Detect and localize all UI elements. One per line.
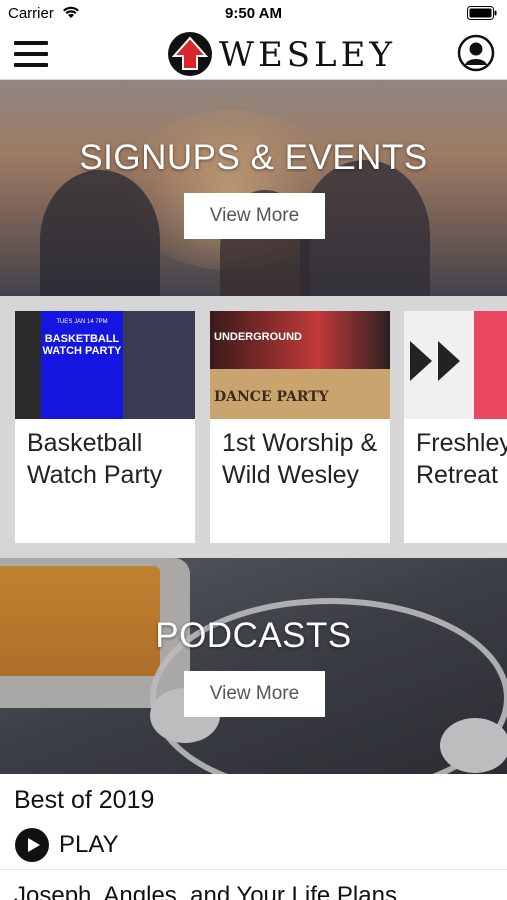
chevron-right-icon (438, 341, 460, 381)
events-view-more-button[interactable]: View More (184, 193, 325, 239)
play-button[interactable]: PLAY (14, 826, 119, 864)
wesley-logo-arrow-icon (168, 32, 212, 76)
podcast-title: Joseph, Angles, and Your Life Plans (14, 882, 397, 900)
event-thumbnail: UNDERGROUND DANCE PARTY (210, 311, 390, 419)
events-hero: SIGNUPS & EVENTS View More (0, 80, 507, 296)
logo-text: WESLEY (219, 35, 396, 75)
thumb-date-text: TUES JAN 14 7PM (56, 319, 108, 325)
event-title: 1st Worship & Wild Wesley (222, 429, 378, 489)
play-icon[interactable] (14, 827, 50, 863)
battery-icon (467, 6, 497, 20)
thumb-title-text: UNDERGROUND (214, 331, 302, 343)
podcasts-view-more-button[interactable]: View More (184, 671, 325, 717)
thumb-subtitle-text: DANCE PARTY (214, 389, 329, 405)
events-section-title: SIGNUPS & EVENTS (79, 138, 428, 177)
status-bar: Carrier 9:50 AM (0, 0, 507, 28)
event-title: Freshley Retreat (416, 429, 507, 489)
events-carousel[interactable]: TUES JAN 14 7PM BASKETBALL WATCH PARTY B… (0, 296, 507, 558)
hamburger-menu-icon[interactable] (14, 41, 48, 67)
podcast-item: Best of 2019 PLAY (0, 774, 507, 870)
event-card[interactable]: TUES JAN 14 7PM BASKETBALL WATCH PARTY B… (15, 311, 195, 543)
thumb-title-text: BASKETBALL WATCH PARTY (42, 333, 122, 357)
podcasts-section-title: PODCASTS (155, 616, 352, 655)
event-thumbnail: TUES JAN 14 7PM BASKETBALL WATCH PARTY (15, 311, 195, 419)
podcast-title: Best of 2019 (14, 786, 155, 814)
podcasts-hero: PODCASTS View More (0, 558, 507, 774)
event-thumbnail (404, 311, 507, 419)
chevron-right-icon (410, 341, 432, 381)
play-label: PLAY (59, 831, 119, 858)
nav-bar: WESLEY (0, 28, 507, 80)
event-card[interactable]: UNDERGROUND DANCE PARTY 1st Worship & Wi… (210, 311, 390, 543)
status-time: 9:50 AM (225, 5, 282, 22)
profile-icon[interactable] (457, 34, 495, 72)
event-title: Basketball Watch Party (27, 429, 163, 489)
event-card[interactable]: Freshley Retreat (404, 311, 507, 543)
wesley-logo: WESLEY (167, 31, 392, 77)
